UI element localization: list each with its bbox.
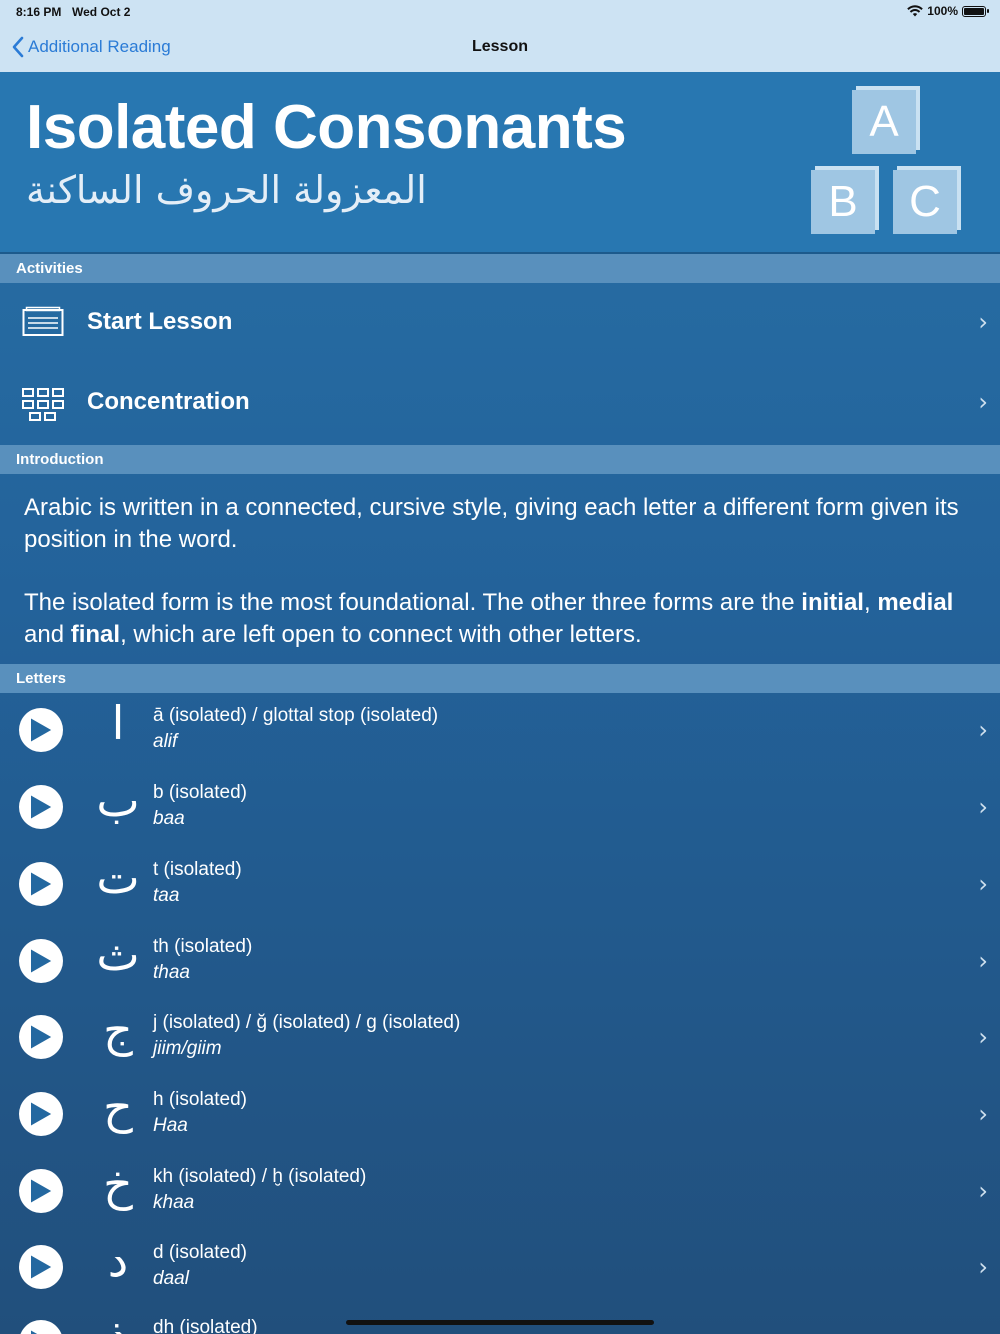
- arabic-letter: ب: [96, 773, 140, 827]
- letter-name: daal: [153, 1268, 189, 1289]
- battery-percent: 100%: [927, 4, 958, 18]
- letter-name: jiim/giim: [153, 1038, 222, 1059]
- lesson-title: Isolated Consonants: [26, 93, 627, 162]
- section-header-activities: Activities: [0, 254, 1000, 283]
- battery-icon: [962, 5, 989, 17]
- letter-name: baa: [153, 808, 185, 829]
- concentration-row[interactable]: Concentration ›: [0, 364, 1000, 444]
- intro-term-medial: medial: [877, 589, 954, 616]
- navigation-bar: 8:16 PM Wed Oct 2 100% Additional Readin…: [0, 0, 1000, 72]
- chevron-right-icon: ›: [978, 308, 988, 336]
- play-icon[interactable]: [19, 1092, 63, 1136]
- chevron-right-icon: ›: [978, 793, 988, 821]
- chevron-right-icon: ›: [978, 1253, 988, 1281]
- letter-row-haa[interactable]: ح h (isolated) Haa ›: [0, 1078, 1000, 1155]
- letter-name: thaa: [153, 962, 190, 983]
- lesson-arabic-title: المعزولة الحروف الساكنة: [26, 168, 427, 212]
- play-icon[interactable]: [19, 1169, 63, 1213]
- arabic-letter: ذ: [86, 1308, 150, 1334]
- nav-title: Lesson: [471, 38, 528, 55]
- start-lesson-row[interactable]: Start Lesson ›: [0, 284, 1000, 364]
- play-icon[interactable]: [19, 939, 63, 983]
- intro-term-final: final: [70, 621, 121, 648]
- section-header-introduction: Introduction: [0, 445, 1000, 474]
- concentration-label: Concentration: [87, 388, 250, 415]
- letter-row-jiim[interactable]: ج j (isolated) / ğ (isolated) / g (isola…: [0, 1001, 1000, 1078]
- chevron-right-icon: ›: [978, 716, 988, 744]
- letter-transliteration: h (isolated): [153, 1089, 247, 1110]
- chevron-right-icon: ›: [978, 870, 988, 898]
- chevron-right-icon: ›: [978, 947, 988, 975]
- home-indicator[interactable]: [346, 1320, 654, 1325]
- letter-transliteration: ā (isolated) / glottal stop (isolated): [153, 705, 439, 726]
- arabic-letter: ث: [96, 927, 140, 981]
- chevron-right-icon: ›: [978, 1100, 988, 1128]
- abc-block-a: A: [852, 90, 916, 154]
- letter-row-khaa[interactable]: خ kh (isolated) / ḫ (isolated) khaa ›: [0, 1155, 1000, 1232]
- intro-paragraph-2: The isolated form is the most foundation…: [24, 589, 954, 648]
- letter-transliteration: d (isolated): [153, 1242, 247, 1263]
- start-lesson-label: Start Lesson: [87, 308, 233, 335]
- play-icon[interactable]: [19, 1320, 63, 1334]
- play-icon[interactable]: [19, 862, 63, 906]
- arabic-letter: خ: [103, 1157, 133, 1211]
- play-icon[interactable]: [19, 708, 63, 752]
- letter-row-thaa[interactable]: ث th (isolated) thaa ›: [0, 925, 1000, 1002]
- letter-transliteration: t (isolated): [153, 859, 242, 880]
- status-date: Wed Oct 2: [72, 5, 131, 19]
- arabic-letter: د: [107, 1233, 129, 1287]
- letter-transliteration: b (isolated): [153, 782, 247, 803]
- play-icon[interactable]: [19, 785, 63, 829]
- letter-transliteration: th (isolated): [153, 936, 253, 957]
- letter-row-alif[interactable]: ا ā (isolated) / glottal stop (isolated)…: [0, 694, 1000, 771]
- abc-block-c: C: [893, 170, 957, 234]
- lesson-header: Isolated Consonants المعزولة الحروف السا…: [0, 72, 1000, 254]
- letter-name: alif: [153, 731, 178, 752]
- play-icon[interactable]: [19, 1245, 63, 1289]
- letter-name: khaa: [153, 1192, 195, 1213]
- letter-transliteration: dh (isolated): [153, 1317, 258, 1334]
- arabic-letter: ح: [103, 1080, 133, 1134]
- chevron-right-icon: ›: [978, 1177, 988, 1205]
- wifi-icon: [907, 5, 924, 17]
- grid-icon: [22, 388, 64, 421]
- status-time: 8:16 PM: [16, 5, 62, 19]
- arabic-letter: ج: [103, 1003, 133, 1057]
- letter-transliteration: kh (isolated) / ḫ (isolated): [153, 1166, 367, 1187]
- chevron-right-icon: ›: [978, 1023, 988, 1051]
- status-indicators: 100%: [907, 4, 989, 18]
- play-icon[interactable]: [19, 1015, 63, 1059]
- letter-name: Haa: [153, 1115, 188, 1136]
- letter-row-daal[interactable]: د d (isolated) daal ›: [0, 1231, 1000, 1308]
- lesson-card-icon: [22, 306, 64, 336]
- intro-paragraph-1: Arabic is written in a connected, cursiv…: [24, 494, 959, 553]
- arabic-letter: ت: [96, 850, 140, 904]
- letter-row-taa[interactable]: ت t (isolated) taa ›: [0, 848, 1000, 925]
- chevron-right-icon: ›: [978, 388, 988, 416]
- section-header-letters: Letters: [0, 664, 1000, 693]
- arabic-letter: ا: [111, 696, 125, 750]
- letter-row-baa[interactable]: ب b (isolated) baa ›: [0, 771, 1000, 848]
- letter-name: taa: [153, 885, 180, 906]
- introduction-text: Arabic is written in a connected, cursiv…: [24, 492, 964, 682]
- abc-block-b: B: [811, 170, 875, 234]
- intro-term-initial: initial: [801, 589, 864, 616]
- letter-transliteration: j (isolated) / ğ (isolated) / g (isolate…: [153, 1012, 461, 1033]
